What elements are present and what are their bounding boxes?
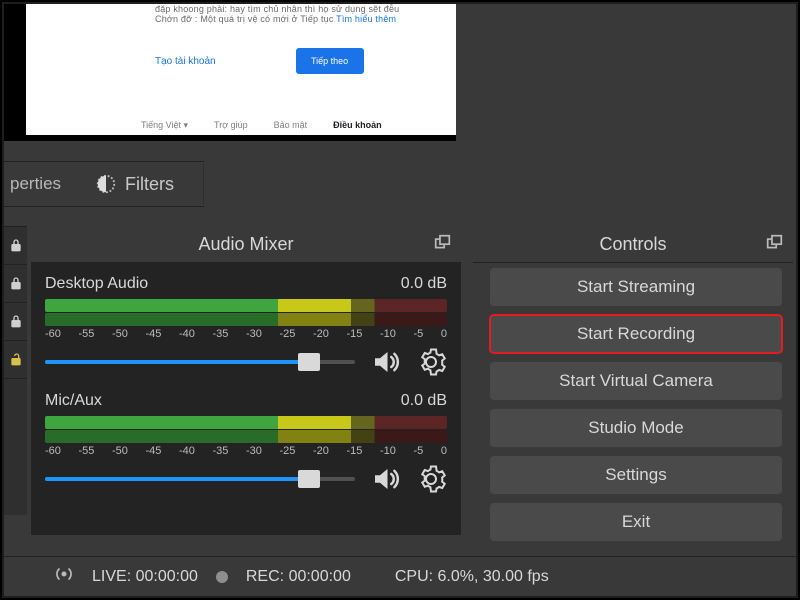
sources-lock-column (4, 226, 27, 515)
source-lock-4[interactable] (4, 340, 27, 378)
status-bar: LIVE: 00:00:00 REC: 00:00:00 CPU: 6.0%, … (4, 556, 796, 596)
cpu-status: CPU: 6.0%, 30.00 fps (395, 568, 549, 586)
rec-label: REC: 00:00:00 (246, 568, 351, 586)
tab-properties[interactable]: perties (4, 174, 61, 194)
preview-area: đặp khoong phải: hay tìm chủ nhân thì họ… (4, 4, 456, 141)
vu-meter (45, 313, 447, 326)
gear-icon[interactable] (415, 346, 447, 378)
controls-header: Controls (473, 226, 793, 263)
audio-mixer-panel: Audio Mixer Desktop Audio 0.0 dB -60-55-5… (31, 226, 461, 534)
live-icon (54, 564, 74, 589)
channel-level: 0.0 dB (401, 392, 447, 410)
meter-ticks: -60-55-50-45-40-35-30-25-20-15-10-50 (45, 445, 447, 457)
mixer-channel: Desktop Audio 0.0 dB -60-55-50-45-40-35-3… (45, 275, 447, 378)
volume-slider[interactable] (45, 469, 355, 489)
channel-name: Mic/Aux (45, 392, 102, 410)
preview-next-button: Tiếp theo (296, 48, 364, 74)
source-lock-2[interactable] (4, 264, 27, 302)
meter-ticks: -60-55-50-45-40-35-30-25-20-15-10-50 (45, 328, 447, 340)
mixer-popout-icon[interactable] (434, 234, 451, 256)
source-lock-1[interactable] (4, 226, 27, 264)
audio-mixer-header: Audio Mixer (31, 226, 461, 263)
settings-button[interactable]: Settings (489, 455, 783, 495)
start-streaming-button[interactable]: Start Streaming (489, 267, 783, 307)
volume-slider[interactable] (45, 352, 355, 372)
vu-meter (45, 299, 447, 312)
mixer-channel: Mic/Aux 0.0 dB -60-55-50-45-40-35-30-25-2… (45, 392, 447, 495)
controls-panel: Controls Start Streaming Start Recording S… (473, 226, 793, 534)
preview-text: đặp khoong phải: hay tìm chủ nhân thì họ… (155, 4, 443, 24)
start-virtual-camera-button[interactable]: Start Virtual Camera (489, 361, 783, 401)
preview-page: đặp khoong phải: hay tìm chủ nhân thì họ… (26, 4, 456, 135)
gear-icon[interactable] (415, 463, 447, 495)
vu-meter (45, 430, 447, 443)
tab-filters[interactable]: Filters (95, 173, 174, 195)
preview-footer: Tiếng Việt ▾ Trợ giúp Bảo mật Điều khoản (141, 120, 382, 131)
speaker-icon[interactable] (369, 463, 401, 495)
controls-popout-icon[interactable] (766, 234, 783, 256)
source-lock-3[interactable] (4, 302, 27, 340)
tab-bar: perties Filters (4, 161, 204, 207)
live-label: LIVE: 00:00:00 (92, 568, 198, 586)
vu-meter (45, 416, 447, 429)
speaker-icon[interactable] (369, 346, 401, 378)
start-recording-button[interactable]: Start Recording (489, 314, 783, 354)
exit-button[interactable]: Exit (489, 502, 783, 542)
channel-name: Desktop Audio (45, 275, 148, 293)
studio-mode-button[interactable]: Studio Mode (489, 408, 783, 448)
tab-filters-label: Filters (125, 174, 174, 195)
rec-dot-icon (216, 571, 228, 583)
channel-level: 0.0 dB (401, 275, 447, 293)
filters-icon (95, 173, 117, 195)
preview-link: Tạo tài khoản (155, 56, 216, 67)
